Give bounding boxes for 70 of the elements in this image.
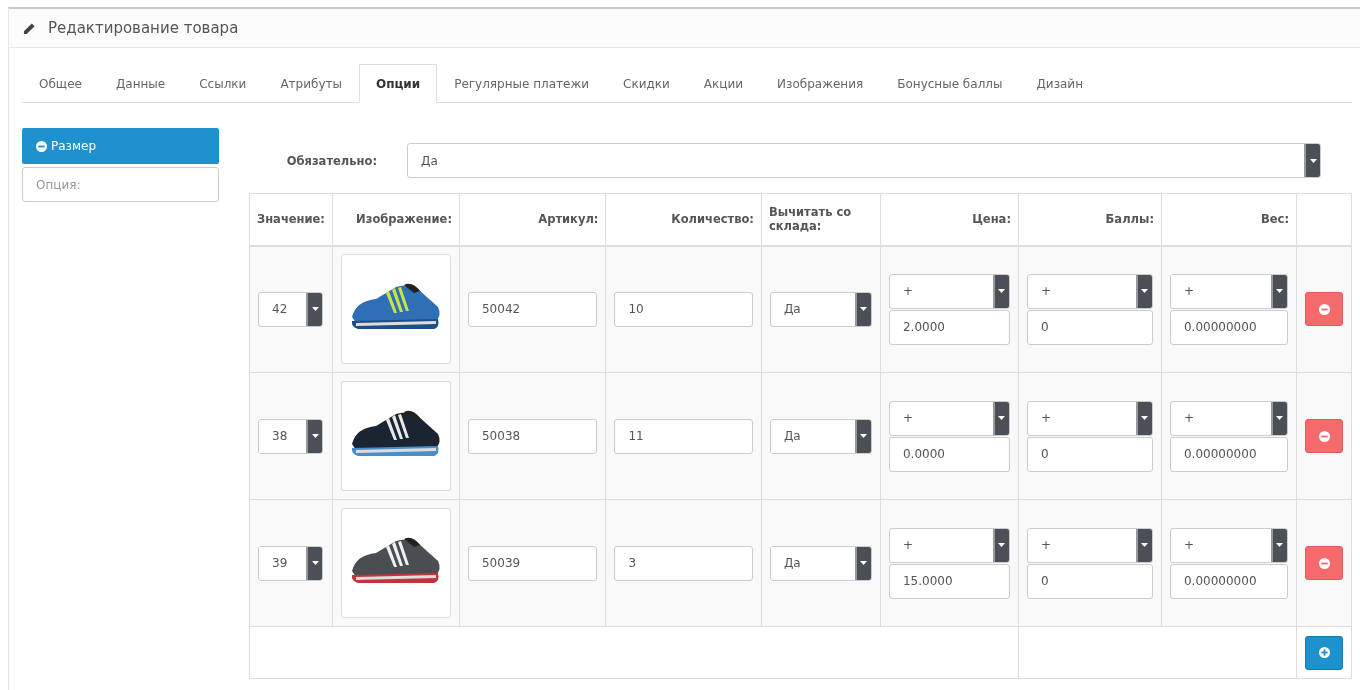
column-header: Вычитать со склада: bbox=[761, 193, 881, 246]
column-header: Цена: bbox=[880, 193, 1019, 246]
weight-prefix-select[interactable]: + bbox=[1170, 273, 1288, 309]
points-prefix-select[interactable]: + bbox=[1027, 400, 1153, 436]
price-input[interactable]: 15.0000 bbox=[889, 563, 1010, 599]
remove-button[interactable] bbox=[1305, 546, 1343, 580]
pencil-icon bbox=[23, 21, 36, 35]
caret-icon bbox=[860, 561, 868, 565]
weight-input[interactable]: 0.00000000 bbox=[1170, 563, 1288, 599]
option-input[interactable]: Опция: bbox=[22, 167, 219, 202]
required-select[interactable]: Да bbox=[407, 143, 1321, 178]
points-input[interactable]: 0 bbox=[1027, 563, 1153, 599]
quantity-input[interactable]: 11 bbox=[614, 418, 753, 454]
column-header: Артикул: bbox=[459, 193, 606, 246]
page-title: Редактирование товара bbox=[48, 19, 239, 37]
add-button[interactable] bbox=[1305, 635, 1343, 670]
points-input[interactable]: 0 bbox=[1027, 309, 1153, 345]
subtract-select[interactable]: Да bbox=[770, 418, 872, 454]
column-header: Баллы: bbox=[1018, 193, 1162, 246]
caret-icon bbox=[1276, 543, 1284, 547]
minus-circle-icon bbox=[1318, 303, 1330, 315]
price-prefix-select[interactable]: + bbox=[889, 400, 1010, 436]
weight-input[interactable]: 0.00000000 bbox=[1170, 309, 1288, 345]
value-select[interactable]: 42 bbox=[258, 291, 323, 327]
quantity-input[interactable]: 3 bbox=[614, 545, 753, 581]
remove-button[interactable] bbox=[1305, 419, 1343, 453]
weight-prefix-select[interactable]: + bbox=[1170, 400, 1288, 436]
plus-circle-icon bbox=[1318, 647, 1330, 658]
weight-prefix-select[interactable]: + bbox=[1170, 527, 1288, 563]
caret-icon bbox=[1276, 416, 1284, 420]
remove-button[interactable] bbox=[1305, 292, 1343, 327]
caret-icon bbox=[1309, 158, 1317, 163]
caret-icon bbox=[311, 434, 319, 438]
weight-input[interactable]: 0.00000000 bbox=[1170, 436, 1288, 472]
option-item[interactable]: Размер bbox=[22, 128, 219, 164]
tab[interactable]: Опции bbox=[358, 64, 438, 103]
sku-input[interactable]: 50038 bbox=[468, 418, 598, 454]
minus-circle-icon bbox=[1318, 557, 1330, 569]
price-prefix-select[interactable]: + bbox=[889, 527, 1010, 563]
column-header: Значение: bbox=[249, 193, 333, 246]
caret-icon bbox=[998, 543, 1006, 547]
price-input[interactable]: 0.0000 bbox=[889, 436, 1010, 472]
price-input[interactable]: 2.0000 bbox=[889, 309, 1010, 345]
subtract-select[interactable]: Да bbox=[770, 291, 872, 327]
column-header: Вес: bbox=[1161, 193, 1297, 246]
column-header: Количество: bbox=[605, 193, 762, 246]
column-header: Изображение: bbox=[332, 193, 460, 246]
minus-circle-icon bbox=[1318, 430, 1330, 442]
caret-icon bbox=[1141, 289, 1149, 294]
sku-input[interactable]: 50042 bbox=[468, 291, 598, 327]
price-prefix-select[interactable]: + bbox=[889, 273, 1010, 309]
points-prefix-select[interactable]: + bbox=[1027, 527, 1153, 563]
minus-circle-icon bbox=[36, 140, 47, 152]
sku-input[interactable]: 50039 bbox=[468, 545, 598, 581]
caret-icon bbox=[311, 307, 319, 312]
required-label: Обязательно: bbox=[285, 153, 378, 168]
caret-icon bbox=[998, 416, 1006, 420]
caret-icon bbox=[1141, 416, 1149, 420]
caret-icon bbox=[311, 561, 319, 565]
caret-icon bbox=[998, 289, 1006, 294]
caret-icon bbox=[1141, 543, 1149, 547]
quantity-input[interactable]: 10 bbox=[614, 291, 753, 327]
caret-icon bbox=[1276, 289, 1284, 294]
value-select[interactable]: 38 bbox=[258, 418, 323, 454]
points-input[interactable]: 0 bbox=[1027, 436, 1153, 472]
points-prefix-select[interactable]: + bbox=[1027, 273, 1153, 309]
subtract-select[interactable]: Да bbox=[770, 545, 872, 581]
caret-icon bbox=[860, 434, 868, 438]
value-select[interactable]: 39 bbox=[258, 545, 323, 581]
caret-icon bbox=[860, 307, 868, 312]
